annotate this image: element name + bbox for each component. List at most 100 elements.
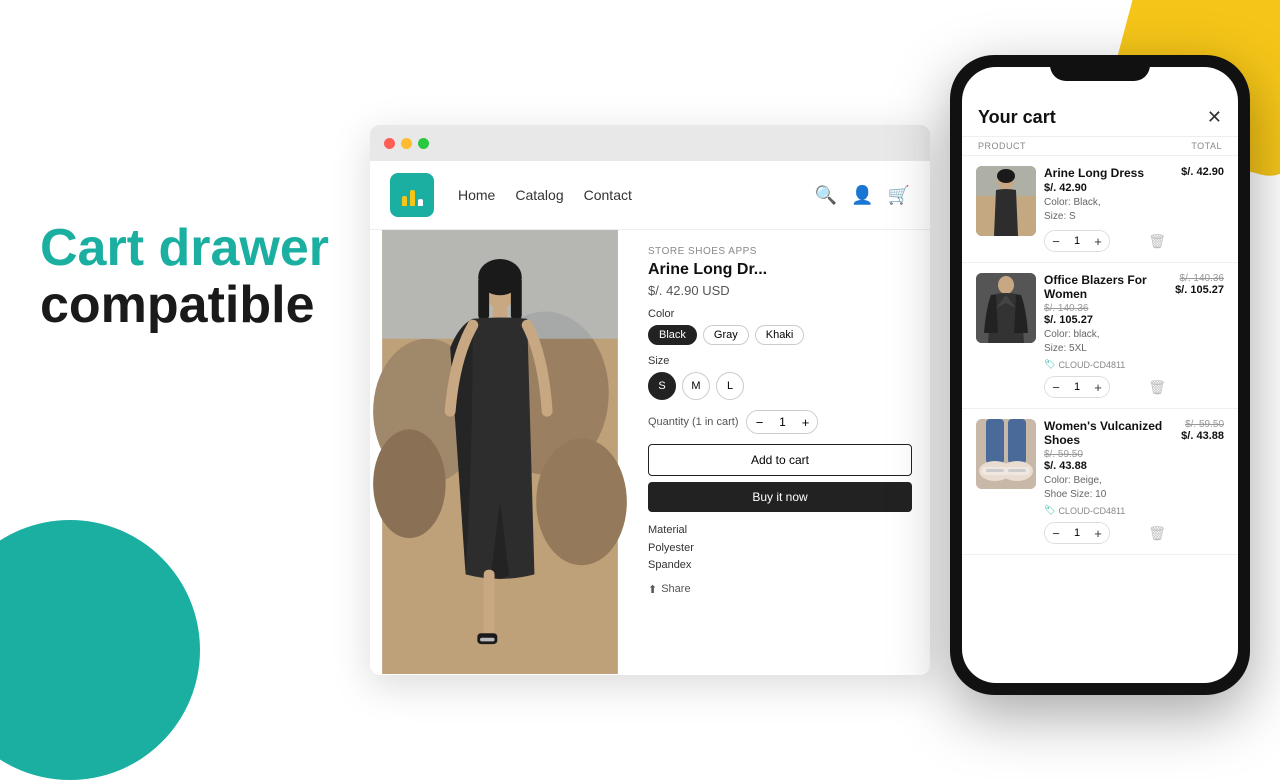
item3-qty-control: − 1 + bbox=[1044, 522, 1110, 544]
phone-notch bbox=[1050, 55, 1150, 81]
cart-close-button[interactable]: ✕ bbox=[1207, 107, 1222, 128]
search-icon[interactable]: 🔍 bbox=[815, 185, 837, 206]
item1-delete-button[interactable]: 🗑 bbox=[1148, 233, 1166, 250]
browser-content: Home Catalog Contact 🔍 👤 🛒 bbox=[370, 161, 930, 675]
item3-color: Color: Beige, bbox=[1044, 475, 1102, 486]
product-details: STORE SHOES APPS Arine Long Dr... $/. 42… bbox=[630, 230, 930, 674]
item2-orig-price: $/. 140.36 bbox=[1044, 303, 1166, 314]
nav-icons: 🔍 👤 🛒 bbox=[815, 185, 910, 206]
item3-price: $/. 43.88 bbox=[1044, 460, 1166, 472]
col-total: TOTAL bbox=[1191, 141, 1222, 151]
item2-color: Color: black, bbox=[1044, 329, 1100, 340]
item3-tag: 🏷 CLOUD-CD4811 bbox=[1044, 505, 1166, 516]
user-icon[interactable]: 👤 bbox=[851, 185, 873, 206]
cart-item-image-2 bbox=[976, 273, 1036, 343]
item2-tag: 🏷 CLOUD-CD4811 bbox=[1044, 359, 1166, 370]
item3-delete-button[interactable]: 🗑 bbox=[1148, 525, 1166, 542]
item2-tag-val: CLOUD-CD4811 bbox=[1058, 360, 1125, 370]
hero-section: Cart drawer compatible bbox=[40, 220, 329, 334]
qty-increase[interactable]: + bbox=[793, 411, 817, 433]
item3-size: Shoe Size: 10 bbox=[1044, 489, 1106, 500]
item2-qty-control: − 1 + bbox=[1044, 376, 1110, 398]
item1-price: $/. 42.90 bbox=[1044, 182, 1166, 194]
qty-row: Quantity (1 in cart) − 1 + bbox=[648, 410, 912, 434]
col-product: PRODUCT bbox=[978, 141, 1026, 151]
browser-titlebar bbox=[370, 125, 930, 161]
material-1: Polyester bbox=[648, 540, 912, 558]
item2-svg bbox=[976, 273, 1036, 343]
item1-qty-decrease[interactable]: − bbox=[1045, 231, 1067, 251]
cart-icon[interactable]: 🛒 bbox=[888, 185, 910, 206]
cart-header: Your cart ✕ bbox=[962, 95, 1238, 137]
nav-links: Home Catalog Contact bbox=[458, 187, 815, 203]
item3-total: $/. 43.88 bbox=[1174, 430, 1224, 442]
bar2 bbox=[410, 190, 415, 206]
hero-line1: Cart drawer bbox=[40, 220, 329, 277]
qty-decrease[interactable]: − bbox=[747, 411, 771, 433]
qty-label: Quantity (1 in cart) bbox=[648, 416, 738, 428]
item2-qty-decrease[interactable]: − bbox=[1045, 377, 1067, 397]
item3-name: Women's Vulcanized Shoes bbox=[1044, 419, 1166, 447]
share-row: ⬆ Share bbox=[648, 583, 912, 596]
cart-items: Arine Long Dress $/. 42.90 Color: Black,… bbox=[962, 156, 1238, 683]
item1-qty-control: − 1 + bbox=[1044, 230, 1110, 252]
item1-name: Arine Long Dress bbox=[1044, 166, 1166, 180]
qty-value: 1 bbox=[771, 415, 793, 429]
item2-total-orig: $/. 140.36 bbox=[1174, 273, 1224, 284]
size-s[interactable]: S bbox=[648, 372, 676, 400]
product-image bbox=[370, 230, 630, 674]
item2-qty-increase[interactable]: + bbox=[1087, 377, 1109, 397]
color-options: Black Gray Khaki bbox=[648, 325, 912, 345]
tag-icon-3: 🏷 bbox=[1044, 505, 1055, 516]
item3-qty-val: 1 bbox=[1067, 527, 1087, 539]
item2-total-col: $/. 140.36 $/. 105.27 bbox=[1174, 273, 1224, 296]
item1-qty-row: − 1 + 🗑 bbox=[1044, 230, 1166, 252]
color-khaki[interactable]: Khaki bbox=[755, 325, 805, 345]
phone-mockup: Your cart ✕ PRODUCT TOTAL bbox=[950, 55, 1250, 695]
browser-dot-yellow bbox=[401, 138, 412, 149]
product-area: STORE SHOES APPS Arine Long Dr... $/. 42… bbox=[370, 230, 930, 674]
hero-line2: compatible bbox=[40, 277, 329, 334]
item1-qty-val: 1 bbox=[1067, 235, 1087, 247]
cart-item: Arine Long Dress $/. 42.90 Color: Black,… bbox=[962, 156, 1238, 263]
item1-qty-increase[interactable]: + bbox=[1087, 231, 1109, 251]
cart-item-info-1: Arine Long Dress $/. 42.90 Color: Black,… bbox=[1044, 166, 1166, 252]
item2-price: $/. 105.27 bbox=[1044, 314, 1166, 326]
item1-total-col: $/. 42.90 bbox=[1174, 166, 1224, 178]
item3-qty-increase[interactable]: + bbox=[1087, 523, 1109, 543]
product-price: $/. 42.90 USD bbox=[648, 283, 912, 298]
phone-inner: Your cart ✕ PRODUCT TOTAL bbox=[962, 67, 1238, 683]
item2-size: Size: 5XL bbox=[1044, 343, 1087, 354]
nav-catalog[interactable]: Catalog bbox=[515, 187, 563, 203]
nav-contact[interactable]: Contact bbox=[584, 187, 632, 203]
cart-columns: PRODUCT TOTAL bbox=[962, 137, 1238, 156]
qty-control: − 1 + bbox=[746, 410, 818, 434]
cart-item-info-2: Office Blazers For Women $/. 140.36 $/. … bbox=[1044, 273, 1166, 398]
browser-dot-green bbox=[418, 138, 429, 149]
item1-total: $/. 42.90 bbox=[1174, 166, 1224, 178]
cart-title: Your cart bbox=[978, 107, 1056, 128]
color-black[interactable]: Black bbox=[648, 325, 697, 345]
cart-item: Women's Vulcanized Shoes $/. 59.50 $/. 4… bbox=[962, 409, 1238, 555]
share-label[interactable]: Share bbox=[661, 583, 690, 595]
item2-meta: Color: black, Size: 5XL bbox=[1044, 328, 1166, 356]
product-name: Arine Long Dr... bbox=[648, 261, 912, 279]
item3-qty-decrease[interactable]: − bbox=[1045, 523, 1067, 543]
add-to-cart-button[interactable]: Add to cart bbox=[648, 444, 912, 476]
cart-item: Office Blazers For Women $/. 140.36 $/. … bbox=[962, 263, 1238, 409]
item3-orig-price: $/. 59.50 bbox=[1044, 449, 1166, 460]
cart-item-info-3: Women's Vulcanized Shoes $/. 59.50 $/. 4… bbox=[1044, 419, 1166, 544]
bar1 bbox=[402, 196, 407, 206]
buy-now-button[interactable]: Buy it now bbox=[648, 482, 912, 512]
cart-item-image-3 bbox=[976, 419, 1036, 489]
size-m[interactable]: M bbox=[682, 372, 710, 400]
store-tag: STORE SHOES APPS bbox=[648, 246, 912, 257]
teal-decoration bbox=[0, 520, 200, 780]
size-l[interactable]: L bbox=[716, 372, 744, 400]
item3-total-col: $/. 59.50 $/. 43.88 bbox=[1174, 419, 1224, 442]
nav-home[interactable]: Home bbox=[458, 187, 495, 203]
color-gray[interactable]: Gray bbox=[703, 325, 749, 345]
browser-dot-red bbox=[384, 138, 395, 149]
item2-delete-button[interactable]: 🗑 bbox=[1148, 379, 1166, 396]
item1-svg bbox=[976, 166, 1036, 236]
